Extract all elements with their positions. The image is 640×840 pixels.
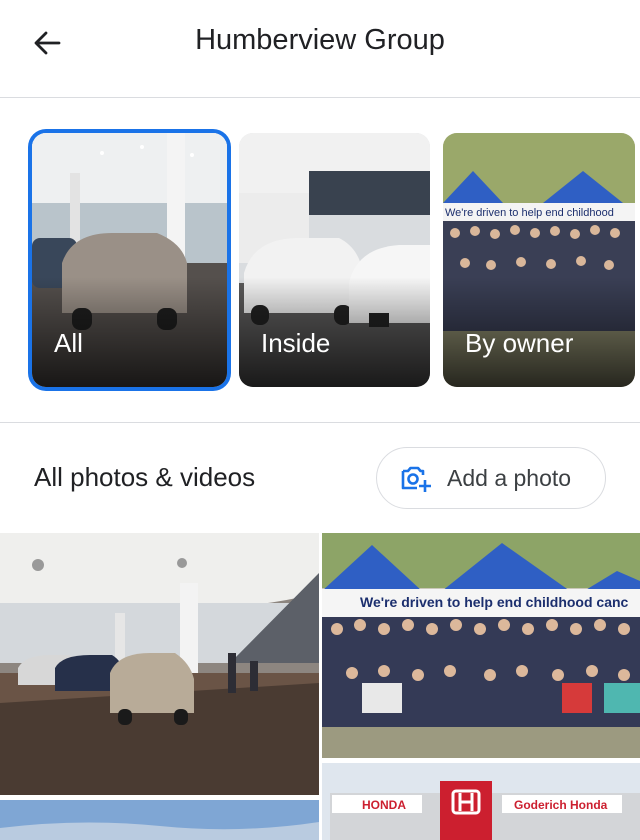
group-event-photo: We're driven to help end childhood canc [322, 533, 640, 758]
category-label: Inside [261, 328, 331, 358]
add-photo-camera-icon [401, 466, 431, 492]
banner-text: We're driven to help end childhood canc [360, 594, 629, 610]
dealer-name-text: Goderich Honda [514, 798, 608, 812]
app-header: Humberview Group [0, 0, 640, 98]
banner-text: We're driven to help end childhood [445, 207, 614, 219]
photo-showroom[interactable] [0, 533, 319, 795]
page-title: Humberview Group [195, 24, 445, 56]
photo-category-row: All Inside We're driven to help end chil… [0, 98, 640, 423]
add-photo-button[interactable]: Add a photo [376, 447, 606, 509]
category-label: All [54, 328, 83, 358]
showroom-photo [0, 533, 319, 795]
sky-photo [0, 800, 319, 840]
photo-group-event[interactable]: We're driven to help end childhood canc [322, 533, 640, 758]
photo-honda-dealership[interactable]: HONDA Goderich Honda [322, 763, 640, 840]
photo-sky-partial[interactable] [0, 800, 319, 840]
add-photo-label: Add a photo [447, 464, 572, 491]
category-card-inside[interactable]: Inside [239, 133, 430, 387]
category-label: By owner [465, 328, 574, 358]
honda-sign-text: HONDA [362, 798, 406, 812]
section-title: All photos & videos [34, 462, 256, 492]
category-card-all[interactable]: All [32, 133, 227, 387]
honda-dealership-photo: HONDA Goderich Honda [322, 763, 640, 840]
photos-section-header: All photos & videos Add a photo [0, 424, 640, 532]
category-card-by-owner[interactable]: We're driven to help end childhood By ow… [443, 133, 635, 387]
